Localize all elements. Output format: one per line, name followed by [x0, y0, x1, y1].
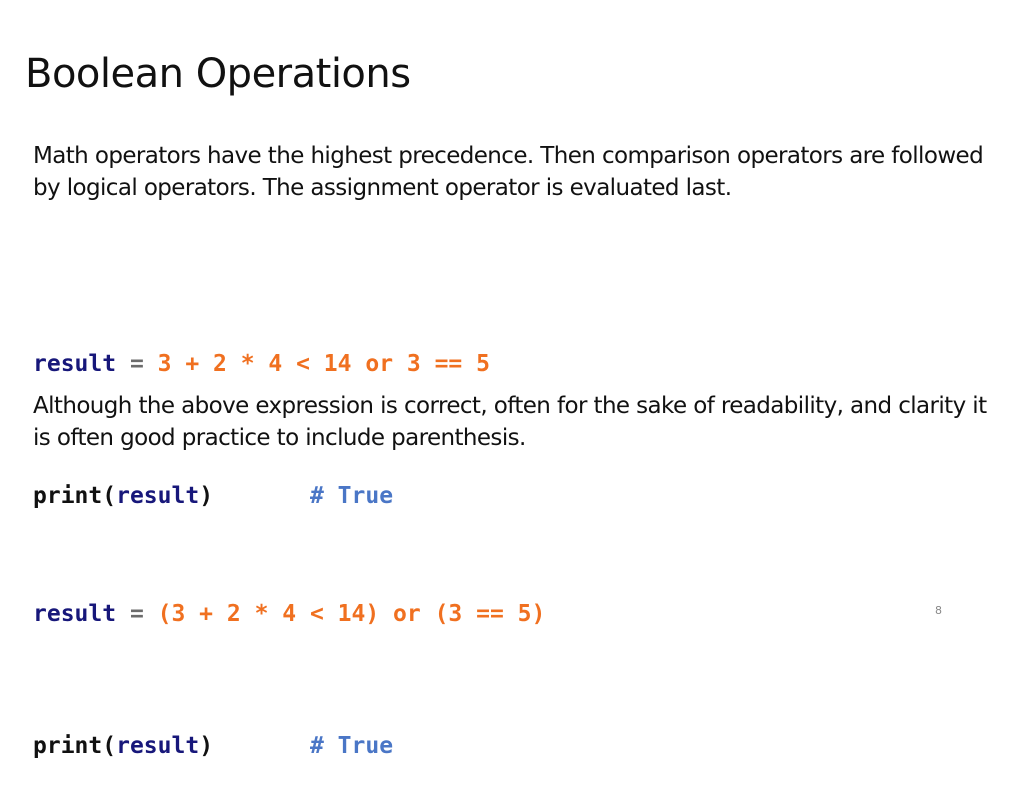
- code-comment: # True: [309, 733, 394, 759]
- precedence-paragraph: Math operators have the highest preceden…: [33, 143, 984, 201]
- code-spacer: [213, 733, 310, 759]
- code-variable: result: [33, 351, 117, 377]
- code-assign-operator: =: [116, 351, 158, 377]
- code-variable: result: [33, 601, 117, 627]
- code-expression: (3 + 2 * 4 < 14) or (3 == 5): [157, 601, 546, 627]
- slide-title: Boolean Operations: [25, 50, 411, 97]
- code-assign-operator: =: [116, 601, 158, 627]
- code-line-assignment: result = 3 + 2 * 4 < 14 or 3 == 5: [33, 342, 490, 386]
- code-print-argument: result: [116, 733, 200, 759]
- code-line-assignment: result = (3 + 2 * 4 < 14) or (3 == 5): [33, 592, 545, 636]
- code-block-2: result = (3 + 2 * 4 < 14) or (3 == 5) pr…: [33, 504, 545, 812]
- readability-paragraph: Although the above expression is correct…: [33, 393, 987, 451]
- code-print-close: ): [199, 733, 214, 759]
- code-line-print: print(result) # True: [33, 724, 545, 768]
- page-number: 8: [935, 604, 942, 617]
- code-expression: 3 + 2 * 4 < 14 or 3 == 5: [157, 351, 490, 377]
- code-print-function: print(: [33, 733, 117, 759]
